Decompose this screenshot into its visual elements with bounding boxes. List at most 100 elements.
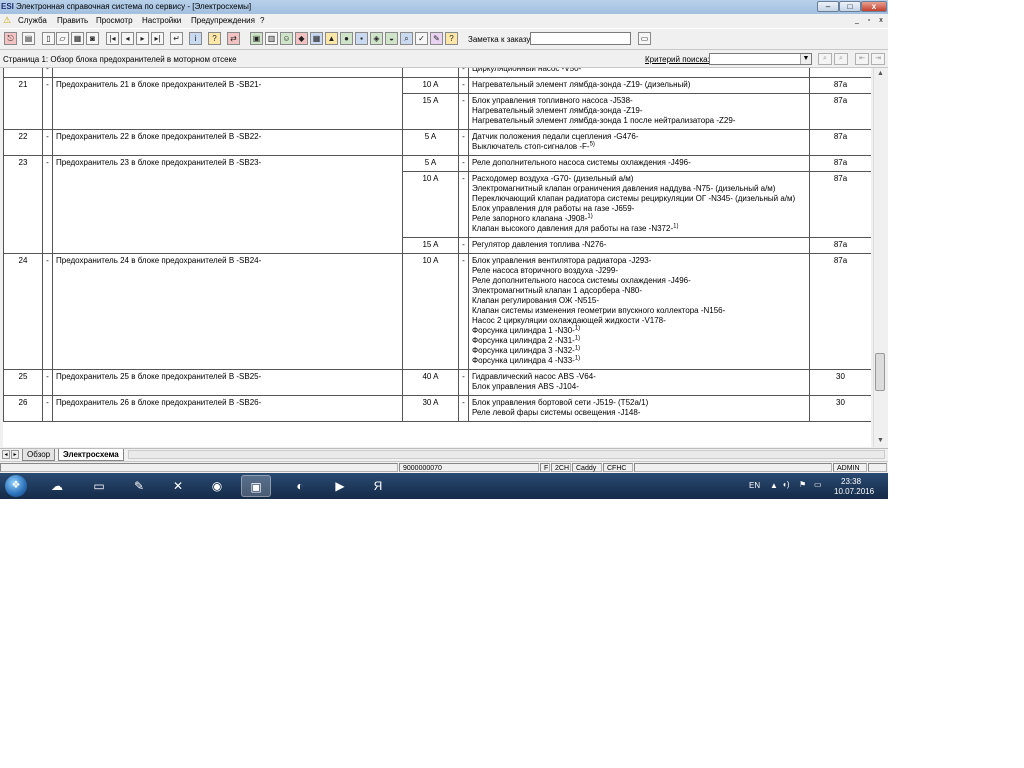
clock-time[interactable]: 23:38 [841, 477, 861, 486]
menu-help[interactable]: ? [260, 16, 264, 25]
tray-expand-icon[interactable]: ▲ [770, 481, 778, 490]
consumer-line: Реле дополнительного насоса системы охла… [472, 158, 806, 168]
taskbar-app-icon[interactable]: ✕ [163, 475, 193, 497]
language-indicator[interactable]: EN [749, 481, 760, 490]
scroll-down-icon[interactable]: ▼ [874, 435, 887, 447]
tool-globe-icon[interactable]: ● [340, 32, 353, 45]
menu-edit[interactable]: Править [57, 16, 88, 25]
tool-diamond-icon[interactable]: ◆ [295, 32, 308, 45]
start-button[interactable]: ❖ [5, 475, 27, 497]
tool-warning-icon[interactable]: ▲ [325, 32, 338, 45]
info-icon[interactable]: i [189, 32, 202, 45]
previous-page-icon[interactable]: ◂ [121, 32, 134, 45]
fuse-number: 22 [3, 129, 43, 156]
table-row: 22- Предохранитель 22 в блоке предохранит… [3, 129, 871, 156]
vehicle-icon[interactable]: ◙ [86, 32, 99, 45]
clock-date[interactable]: 10.07.2016 [834, 487, 874, 496]
taskbar-chrome-icon[interactable]: ◉ [202, 475, 232, 497]
back-icon[interactable]: ↵ [170, 32, 183, 45]
tab-scroll-left-icon[interactable]: ◂ [2, 450, 10, 459]
tool-pen-icon[interactable]: ✎ [430, 32, 443, 45]
consumer-line: Блок управления ABS -J104- [472, 382, 806, 392]
taskbar-player-icon[interactable]: ▶ [325, 475, 355, 497]
taskbar-explorer-icon[interactable]: ☁ [42, 475, 72, 497]
page-header: Страница 1: Обзор блока предохранителей … [0, 50, 888, 68]
tool-leaf-icon[interactable]: ◈ [370, 32, 383, 45]
maximize-button[interactable]: □ [839, 1, 861, 12]
tool-check-icon[interactable]: ✓ [415, 32, 428, 45]
consumer-line: Циркуляционный насос -V50- [472, 68, 806, 74]
menu-view[interactable]: Просмотр [96, 16, 133, 25]
menu-settings[interactable]: Настройки [142, 16, 181, 25]
document-list-icon[interactable]: ▦ [71, 32, 84, 45]
table-row: 24- Предохранитель 24 в блоке предохранит… [3, 253, 871, 370]
print-icon[interactable]: ▤ [22, 32, 35, 45]
consumer-text: Блок управления вентилятора радиатора -J… [472, 256, 652, 265]
table-row: 25- Предохранитель 25 в блоке предохранит… [3, 369, 871, 396]
fuse-consumers: Циркуляционный насос -V50- [468, 68, 810, 78]
tool-person-icon[interactable]: ☺ [280, 32, 293, 45]
taskbar-game-icon[interactable]: ◐ [285, 475, 315, 497]
fuse-number [3, 68, 43, 78]
separator-dash: - [458, 129, 469, 156]
status-engine: CFHC [603, 463, 633, 472]
find-previous-icon[interactable]: ⇤ [855, 53, 869, 65]
tool-book-icon[interactable]: ▣ [250, 32, 263, 45]
exit-icon[interactable]: ⎋ [4, 32, 17, 45]
find-next-icon[interactable]: ⇥ [871, 53, 885, 65]
taskbar-folder-icon[interactable]: ▭ [84, 475, 114, 497]
mdi-minimize-button[interactable]: _ [852, 16, 862, 25]
tool-table-icon[interactable]: ▦ [310, 32, 323, 45]
volume-icon[interactable]: ◖) [782, 480, 790, 489]
tab-wiring-diagram[interactable]: Электросхема [58, 449, 124, 461]
status-code: 9000000070 [399, 463, 539, 472]
scroll-up-icon[interactable]: ▲ [874, 68, 887, 80]
horizontal-scrollbar[interactable] [128, 450, 885, 459]
order-note-button[interactable]: ▭ [638, 32, 651, 45]
close-button[interactable]: x [861, 1, 887, 12]
taskbar-yandex-icon[interactable]: Я [363, 475, 393, 497]
footnote-ref: 1) [574, 335, 581, 342]
menu-warnings[interactable]: Предупреждения [191, 16, 255, 25]
fuse-terminal: 87a [809, 171, 871, 238]
first-page-icon[interactable]: |◂ [106, 32, 119, 45]
open-document-icon[interactable]: ▱ [56, 32, 69, 45]
consumer-line: Реле левой фары системы освещения -J148- [472, 408, 806, 418]
last-page-icon[interactable]: ▸| [151, 32, 164, 45]
tool-search-icon[interactable]: ⌕ [400, 32, 413, 45]
minimize-button[interactable]: – [817, 1, 839, 12]
consumer-text: Форсунка цилиндра 4 -N33- [472, 356, 575, 365]
fuse-table-view: - - Циркуляционный насос -V50- 21- Предохран… [3, 68, 871, 447]
tool-car-icon[interactable]: ◒ [385, 32, 398, 45]
hint-icon[interactable]: ? [208, 32, 221, 45]
network-icon[interactable]: ▭ [814, 480, 822, 489]
taskbar-esi-icon[interactable]: ▣ [241, 475, 271, 497]
search-icon[interactable]: ⌕ [818, 53, 832, 65]
next-page-icon[interactable]: ▸ [136, 32, 149, 45]
consumer-text: Гидравлический насос ABS -V64- [472, 372, 596, 381]
status-user: ADMIN [833, 463, 867, 472]
tab-scroll-right-icon[interactable]: ▸ [11, 450, 19, 459]
fuse-description: Предохранитель 23 в блоке предохранителе… [52, 155, 403, 254]
search-all-icon[interactable]: ⌕ [834, 53, 848, 65]
search-criteria-select[interactable]: ▼ [709, 53, 812, 65]
tool-save-icon[interactable]: ▪ [355, 32, 368, 45]
consumer-text: Реле запорного клапана -J908- [472, 214, 588, 223]
tab-overview[interactable]: Обзор [22, 449, 56, 461]
status-bar: 9000000070 F 2CH Caddy CFHC ADMIN [0, 461, 888, 473]
new-document-icon[interactable]: ▯ [42, 32, 55, 45]
scroll-thumb[interactable] [875, 353, 885, 391]
swap-icon[interactable]: ⇄ [227, 32, 240, 45]
tool-grid-icon[interactable]: ▥ [265, 32, 278, 45]
taskbar-paint-icon[interactable]: ✎ [124, 475, 154, 497]
tool-question-icon[interactable]: ? [445, 32, 458, 45]
table-row: 21- Предохранитель 21 в блоке предохранит… [3, 77, 871, 130]
vertical-scrollbar[interactable]: ▲ ▼ [873, 68, 887, 447]
chevron-down-icon[interactable]: ▼ [800, 54, 811, 64]
fuse-description: Предохранитель 26 в блоке предохранителе… [52, 395, 403, 422]
flag-icon[interactable]: ⚑ [799, 480, 806, 489]
mdi-close-button[interactable]: x [876, 16, 886, 25]
menu-service[interactable]: Служба [18, 16, 47, 25]
order-note-input[interactable] [530, 32, 631, 45]
mdi-restore-button[interactable]: ▫ [864, 16, 874, 25]
